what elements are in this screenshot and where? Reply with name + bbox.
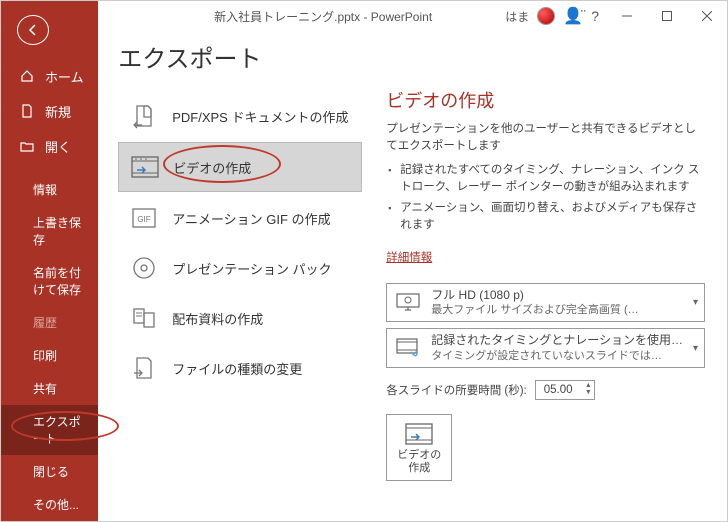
gif-icon: GIF [130,204,158,232]
sidebar-item-save[interactable]: 上書き保存 [1,206,98,256]
sidebar-item-export[interactable]: エクスポート [1,405,98,455]
sidebar-label: その他... [33,496,79,513]
export-label: プレゼンテーション パック [172,259,331,278]
export-option-pack[interactable]: プレゼンテーション パック [118,244,362,292]
user-avatar-icon[interactable] [537,7,555,25]
chevron-down-icon: ▾ [693,343,698,354]
sidebar-label: 開く [45,137,71,156]
export-label: ビデオの作成 [173,158,251,177]
pdf-icon [130,102,158,130]
chevron-down-icon: ▾ [693,297,698,308]
minimize-button[interactable] [607,1,647,31]
sidebar-label: 閉じる [33,463,69,480]
page-title: エクスポート [118,39,362,74]
close-button[interactable] [687,1,727,31]
sidebar-item-saveas[interactable]: 名前を付けて保存 [1,256,98,306]
export-option-pdf[interactable]: PDF/XPS ドキュメントの作成 [118,92,362,140]
duration-value: 05.00 [544,384,573,396]
export-label: アニメーション GIF の作成 [172,209,330,228]
cd-icon [130,254,158,282]
sidebar-label: エクスポート [33,413,90,447]
sidebar-label: ホーム [45,67,84,86]
sidebar-item-new[interactable]: 新規 [1,94,98,129]
sidebar-item-history: 履歴 [1,306,98,339]
export-label: ファイルの種類の変更 [172,359,302,378]
sidebar-item-info[interactable]: 情報 [1,173,98,206]
create-label: ビデオの 作成 [397,449,441,475]
username: はま [505,8,529,25]
sidebar-label: 上書き保存 [33,214,90,248]
home-icon [19,68,35,84]
filetype-icon [130,354,158,382]
handout-icon [130,304,158,332]
panel-bullet: 記録されたすべてのタイミング、ナレーション、インク ストローク、レーザー ポイン… [400,162,705,197]
export-label: PDF/XPS ドキュメントの作成 [172,107,348,126]
sidebar-label: 印刷 [33,347,57,364]
quality-title: フル HD (1080 p) [431,288,683,304]
create-video-button[interactable]: ビデオの 作成 [386,414,452,480]
sidebar-label: 情報 [33,181,57,198]
video-icon [405,423,433,445]
sidebar-item-close[interactable]: 閉じる [1,455,98,488]
sidebar-item-other[interactable]: その他... [1,488,98,521]
sidebar-label: 履歴 [33,314,57,331]
help-icon[interactable]: ? [591,8,599,24]
export-option-filetype[interactable]: ファイルの種類の変更 [118,344,362,392]
window-title: 新入社員トレーニング.pptx - PowerPoint [141,8,505,25]
panel-description: プレゼンテーションを他のユーザーと共有できるビデオとしてエクスポートします [386,121,705,156]
spinner-icon[interactable]: ▲▼ [585,382,592,396]
timing-subtitle: タイミングが設定されていないスライドでは… [431,349,683,363]
duration-input[interactable]: 05.00 ▲▼ [535,380,595,400]
maximize-button[interactable] [647,1,687,31]
new-icon [19,103,35,119]
sidebar-label: 新規 [45,102,71,121]
sidebar-item-open[interactable]: 開く [1,129,98,164]
monitor-icon [395,292,421,312]
film-audio-icon [395,338,421,358]
export-option-video[interactable]: ビデオの作成 [118,142,362,192]
export-option-gif[interactable]: GIF アニメーション GIF の作成 [118,194,362,242]
timing-title: 記録されたタイミングとナレーションを使用… [431,333,683,349]
sidebar-label: 共有 [33,380,57,397]
export-label: 配布資料の作成 [172,309,263,328]
duration-label: 各スライドの所要時間 (秒): [386,382,527,398]
panel-heading: ビデオの作成 [386,87,705,113]
more-info-link[interactable]: 詳細情報 [386,249,432,265]
panel-bullet: アニメーション、画面切り替え、およびメディアも保存されます [400,200,705,235]
sidebar-item-print[interactable]: 印刷 [1,339,98,372]
folder-icon [19,138,35,154]
timing-dropdown[interactable]: 記録されたタイミングとナレーションを使用… タイミングが設定されていないスライド… [386,328,705,368]
quality-subtitle: 最大ファイル サイズおよび完全高画質 (… [431,303,683,317]
quality-dropdown[interactable]: フル HD (1080 p) 最大ファイル サイズおよび完全高画質 (… ▾ [386,283,705,323]
notify-icon[interactable]: 👤̈ [563,6,583,26]
back-button[interactable] [17,15,49,45]
video-icon [131,153,159,181]
sidebar-label: 名前を付けて保存 [33,264,90,298]
export-option-handout[interactable]: 配布資料の作成 [118,294,362,342]
sidebar-item-share[interactable]: 共有 [1,372,98,405]
svg-text:GIF: GIF [138,215,151,224]
sidebar-item-home[interactable]: ホーム [1,59,98,94]
